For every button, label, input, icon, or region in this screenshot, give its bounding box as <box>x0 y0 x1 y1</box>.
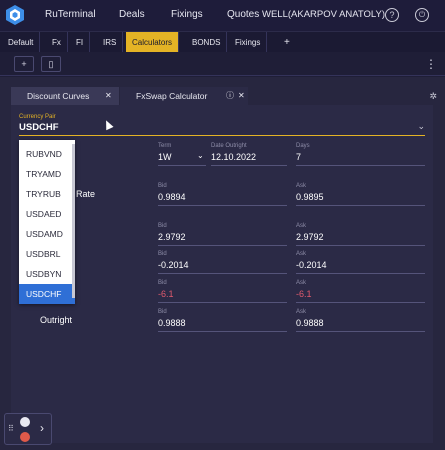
row3-ask-input[interactable]: -0.2014 <box>296 260 327 270</box>
currency-pair-dropdown: RUBVND TRYAMD TRYRUB USDAED USDAMD USDBR… <box>19 140 75 304</box>
dropdown-option[interactable]: USDBYN <box>19 264 75 284</box>
dropdown-option[interactable]: TRYRUB <box>19 184 75 204</box>
rate-ask-underline <box>296 205 425 206</box>
term-label: Term <box>158 143 172 149</box>
bid-label: Bid <box>158 183 167 189</box>
date-outright-input[interactable]: 12.10.2022 <box>211 152 256 162</box>
tab-calculators[interactable]: Calculators <box>126 32 180 53</box>
row3-bid-underline <box>158 273 287 274</box>
row2-bid-input[interactable]: 2.9792 <box>158 232 186 242</box>
outright-bid-underline <box>158 331 287 332</box>
user-name[interactable]: WELL(AKARPOV ANATOLY) <box>262 9 385 20</box>
date-outright-underline <box>211 165 287 166</box>
close-icon[interactable]: ✕ <box>105 87 112 105</box>
currency-pair-label: Currency Pair <box>19 114 56 120</box>
tab-fxswap-calculator[interactable]: FxSwap Calculator ⓘ ✕ <box>120 87 248 105</box>
dropdown-option[interactable]: TRYAMD <box>19 164 75 184</box>
help-icon[interactable]: ? <box>385 8 399 22</box>
app-logo-icon[interactable] <box>4 4 26 26</box>
row2-ask-underline <box>296 245 425 246</box>
days-underline <box>296 165 425 166</box>
rate-bid-underline <box>158 205 287 206</box>
tab-fx[interactable]: Fx <box>46 32 68 53</box>
rate-row-label: Rate <box>76 189 96 199</box>
outright-label: Outright <box>40 315 73 325</box>
stop-icon[interactable] <box>20 432 30 442</box>
tab-discount-curves-label: Discount Curves <box>27 91 90 101</box>
tab-discount-curves[interactable]: Discount Curves ✕ <box>11 87 119 105</box>
dropdown-option[interactable]: RUBVND <box>19 144 75 164</box>
chevron-right-icon[interactable]: › <box>40 421 44 435</box>
bid-label: Bid <box>158 251 167 257</box>
bid-label: Bid <box>158 309 167 315</box>
dropdown-scrollbar[interactable] <box>72 144 75 298</box>
currency-pair-select[interactable]: USDCHF <box>19 122 59 133</box>
help-icon[interactable]: ⓘ <box>226 87 234 105</box>
row2-bid-underline <box>158 245 287 246</box>
tab-fxswap-calculator-label: FxSwap Calculator <box>136 91 208 101</box>
row3-ask-underline <box>296 273 425 274</box>
ask-label: Ask <box>296 223 307 229</box>
tab-bonds[interactable]: BONDS <box>186 32 228 53</box>
add-tab-button[interactable]: + <box>278 32 296 53</box>
document-icon[interactable]: ▯ <box>41 56 61 72</box>
chevron-down-icon[interactable]: ⌄ <box>417 121 425 132</box>
tab-default[interactable]: Default <box>2 32 41 53</box>
row4-bid-value: -6.1 <box>158 289 174 299</box>
more-menu-icon[interactable]: ⋮ <box>425 57 437 71</box>
nav-fixings[interactable]: Fixings <box>171 9 203 20</box>
tab-irs[interactable]: IRS <box>97 32 124 53</box>
outright-ask-value: 0.9888 <box>296 318 324 328</box>
ask-label: Ask <box>296 309 307 315</box>
toolbar: + ▯ ⋮ <box>0 52 445 76</box>
ask-label: Ask <box>296 251 307 257</box>
row4-bid-underline <box>158 302 287 303</box>
tab-fi[interactable]: FI <box>70 32 91 53</box>
ask-label: Ask <box>296 280 307 286</box>
nav-quotes[interactable]: Quotes <box>227 9 259 20</box>
outright-bid-value: 0.9888 <box>158 318 186 328</box>
dropdown-option-selected[interactable]: USDCHF <box>19 284 75 304</box>
days-value: 7 <box>296 152 302 162</box>
dropdown-option[interactable]: USDAMD <box>19 224 75 244</box>
settings-gear-icon[interactable]: ✲ <box>429 91 437 102</box>
recording-widget: ⠿ › <box>4 413 52 445</box>
chevron-down-icon[interactable]: ⌄ <box>197 151 204 160</box>
row4-ask-value: -6.1 <box>296 289 312 299</box>
nav-ruterminal[interactable]: RuTerminal <box>45 9 96 20</box>
dropdown-option[interactable]: USDBRL <box>19 244 75 264</box>
outright-ask-underline <box>296 331 425 332</box>
row4-ask-underline <box>296 302 425 303</box>
currency-pair-underline <box>19 135 425 136</box>
days-label: Days <box>296 143 310 149</box>
rate-ask-value: 0.9895 <box>296 192 324 202</box>
drag-handle-icon[interactable]: ⠿ <box>8 424 14 433</box>
rate-bid-value: 0.9894 <box>158 192 186 202</box>
row3-bid-input[interactable]: -0.2014 <box>158 260 189 270</box>
term-select[interactable]: 1W <box>158 152 172 162</box>
pause-icon[interactable] <box>20 417 30 427</box>
nav-deals[interactable]: Deals <box>119 9 145 20</box>
bid-label: Bid <box>158 223 167 229</box>
top-bar: RuTerminal Deals Fixings Quotes WELL(AKA… <box>0 0 445 31</box>
row2-ask-input[interactable]: 2.9792 <box>296 232 324 242</box>
tab-fixings[interactable]: Fixings <box>229 32 268 53</box>
power-icon[interactable]: ⏻ <box>415 8 429 22</box>
date-outright-label: Date Outright <box>211 143 247 149</box>
add-widget-button[interactable]: + <box>14 56 34 72</box>
ask-label: Ask <box>296 183 307 189</box>
workspace-tabs: Default Fx FI IRS Calculators BONDS Fixi… <box>0 31 445 53</box>
term-underline <box>158 165 206 166</box>
dropdown-option[interactable]: USDAED <box>19 204 75 224</box>
close-icon[interactable]: ✕ <box>238 87 245 105</box>
bid-label: Bid <box>158 280 167 286</box>
